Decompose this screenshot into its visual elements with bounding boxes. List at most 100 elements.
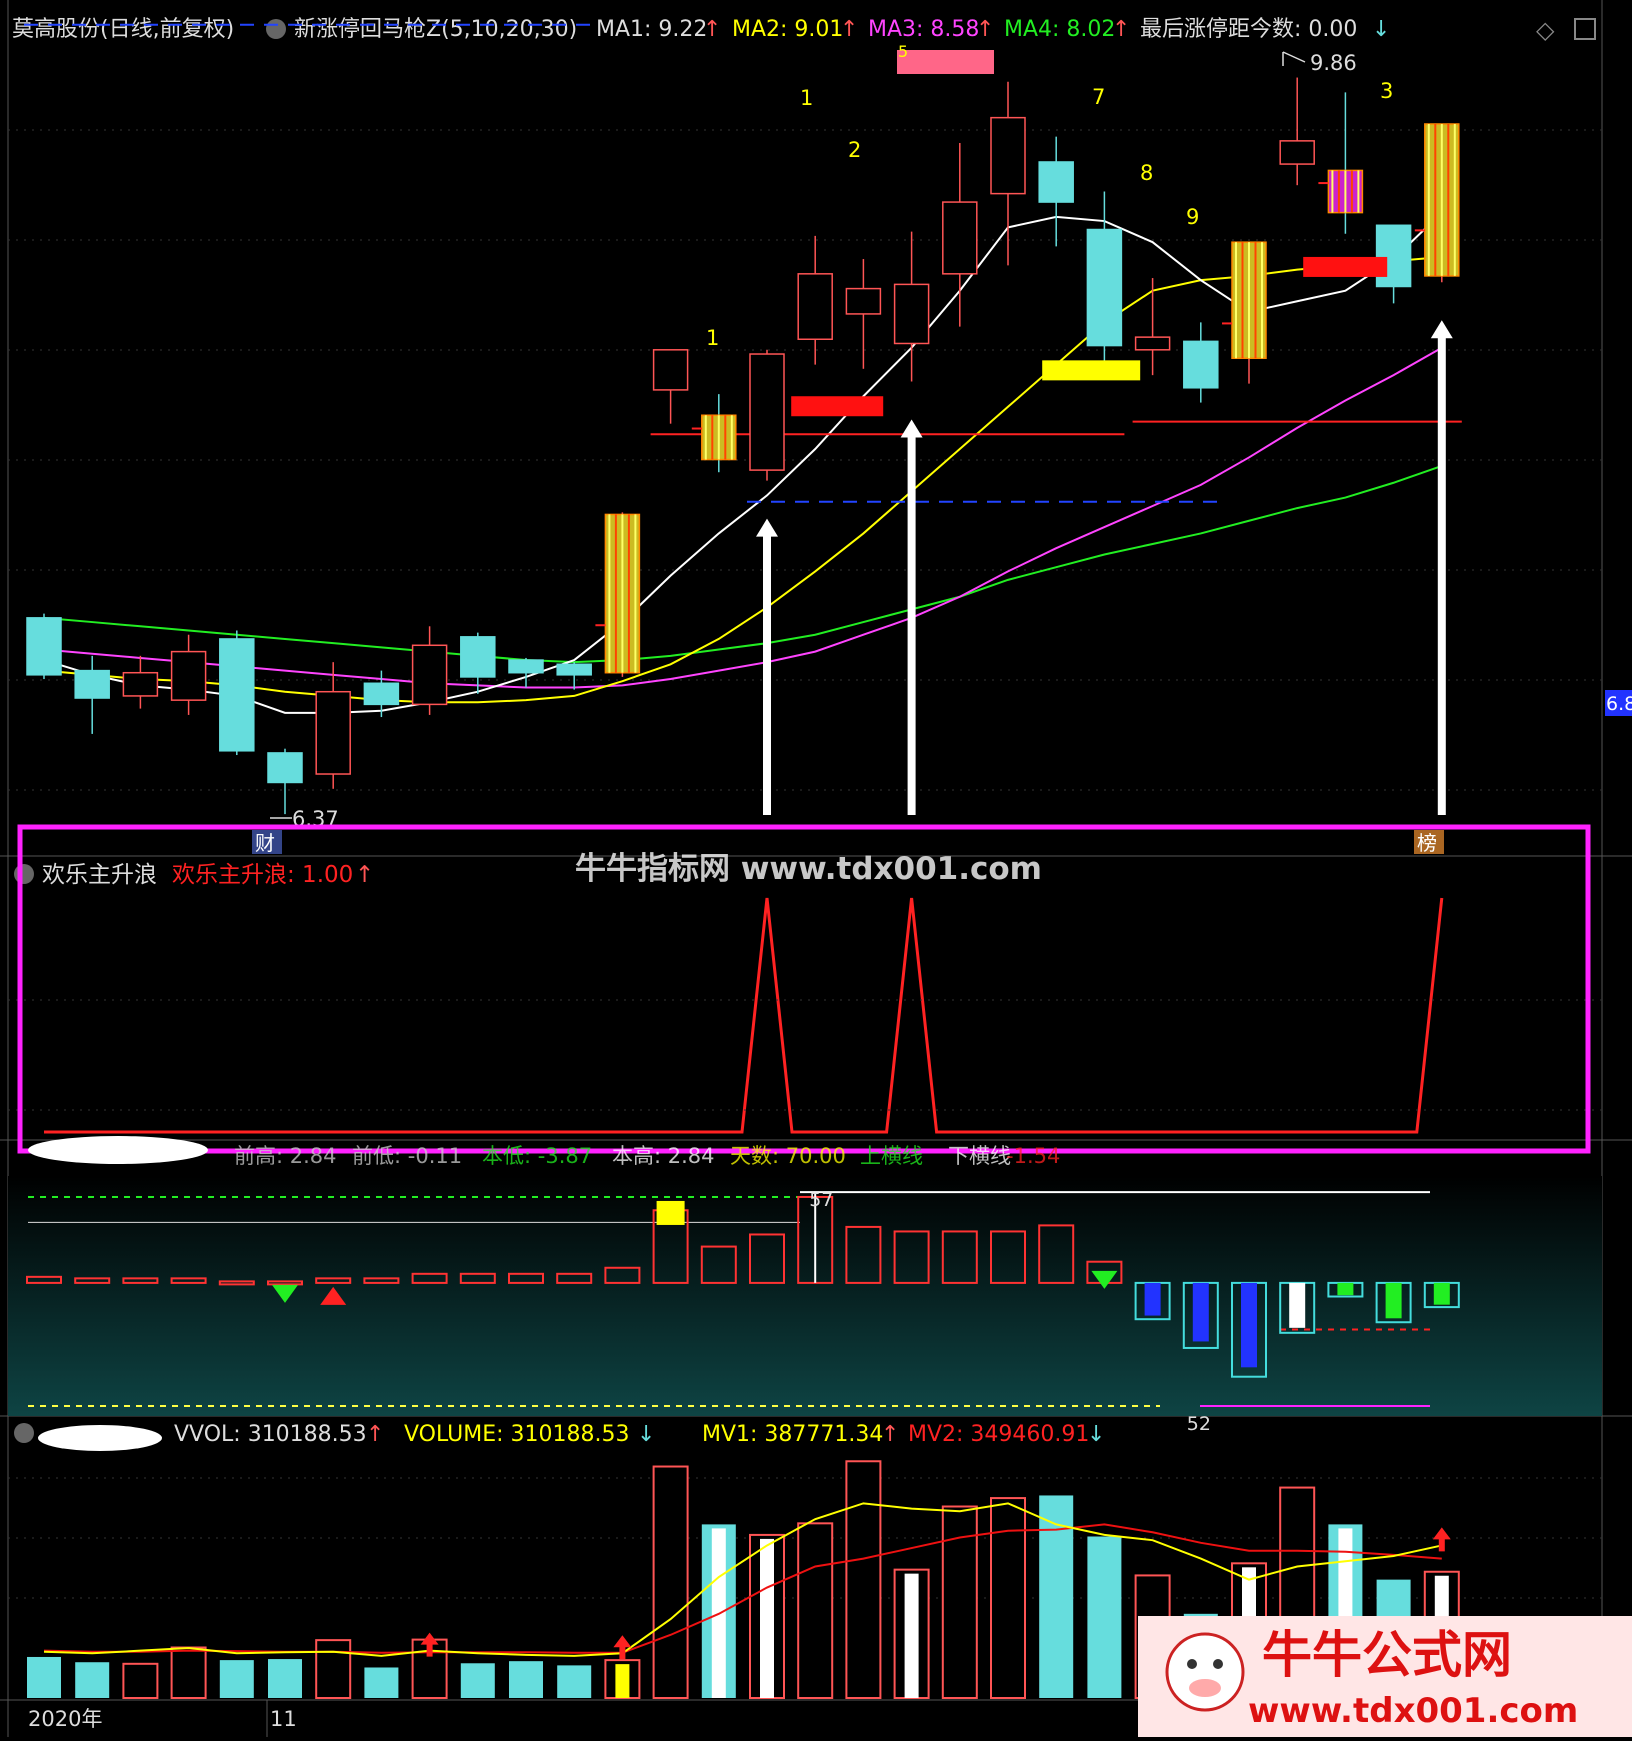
volume-arrow: ↓ xyxy=(637,1422,655,1447)
candle-body xyxy=(219,638,255,752)
swing-label: 前高: 2.84 xyxy=(234,1144,337,1168)
candle-body xyxy=(990,116,1026,195)
candle-body xyxy=(315,690,351,775)
stock-title: 莫高股份(日线,前复权) xyxy=(12,17,234,42)
volume-up-arrow-icon xyxy=(1432,1527,1451,1552)
wave-name: 欢乐主升浪 xyxy=(42,862,157,888)
cow-eye-icon xyxy=(1213,1659,1223,1669)
brand-banner: 牛牛公式网 www.tdx001.com xyxy=(1138,1616,1632,1737)
volume-bar-down xyxy=(1039,1495,1074,1698)
finance-tag-text: 财 xyxy=(255,831,275,855)
volume-label: VOLUME: 310188.53 xyxy=(404,1422,630,1447)
price-axis-tag-text: 6.8 xyxy=(1606,693,1632,715)
volume-bar-up xyxy=(990,1497,1026,1699)
watermark: 牛牛指标网 www.tdx001.com xyxy=(575,851,1042,887)
candle-body xyxy=(122,671,159,697)
volume-bar-down xyxy=(509,1661,543,1698)
volume-bar-down xyxy=(219,1660,254,1698)
swing-bar-core xyxy=(1433,1282,1450,1305)
indicator-menu-icon[interactable] xyxy=(266,19,286,39)
candle-body xyxy=(1183,340,1219,389)
volume-panel-header: VVOL: 310188.53 ↑ VOLUME: 310188.53 ↓ MV… xyxy=(14,1422,1105,1451)
wave-number: 9 xyxy=(1186,205,1199,229)
date-label: 2020年 xyxy=(28,1707,102,1731)
ma3-label: MA3: 8.58 xyxy=(868,17,979,42)
volume-bar-down xyxy=(460,1663,495,1698)
swing-label: 本高: 2.84 xyxy=(612,1144,715,1168)
volume-bar-down xyxy=(27,1656,61,1698)
candle-body xyxy=(1038,161,1074,203)
swing-label: 前低: -0.11 xyxy=(352,1144,462,1168)
price-panel-header: 莫高股份(日线,前复权) 新涨停回马枪Z(5,10,20,30) MA1: 9.… xyxy=(12,16,1596,44)
signal-arrow xyxy=(1430,320,1453,815)
volume-bar-down xyxy=(75,1662,110,1698)
brand-title: 牛牛公式网 xyxy=(1262,1626,1512,1684)
mv2-label: MV2: 349460.91 xyxy=(908,1422,1089,1447)
swing-panel-header: 前高: 2.84 前低: -0.11 本低: -3.87 本高: 2.84 天数: 70… xyxy=(234,1144,1060,1168)
candle-body xyxy=(652,349,689,391)
volume-bar-down xyxy=(268,1659,302,1698)
volume-bar-down xyxy=(557,1665,592,1698)
candle-body xyxy=(508,659,544,674)
wave-number: 1 xyxy=(706,326,719,350)
signal-arrow xyxy=(900,419,923,815)
cow-nose-icon xyxy=(1189,1679,1221,1697)
top-partial-number: 5 xyxy=(898,42,908,61)
ma4-label: MA4: 8.02 xyxy=(1004,17,1115,42)
candle-body xyxy=(74,669,110,699)
candle-body xyxy=(1279,140,1315,165)
price-panel xyxy=(24,23,1462,815)
signal-block-red xyxy=(791,396,884,417)
candle-body xyxy=(26,617,62,676)
candle-body xyxy=(267,752,303,784)
swing-label: 本低: -3.87 xyxy=(482,1144,592,1168)
ma1-label: MA1: 9.22 xyxy=(596,17,707,42)
maximize-icon[interactable] xyxy=(1574,18,1596,40)
candle-body xyxy=(845,287,882,315)
candle-body xyxy=(460,636,496,678)
wave-number: 3 xyxy=(1380,79,1393,103)
volume-bar-up xyxy=(122,1662,159,1699)
swing-label: 天数: 70.00 xyxy=(730,1144,846,1168)
mv1-label: MV1: 387771.34 xyxy=(702,1422,883,1447)
ranking-tag-text: 榜 xyxy=(1417,831,1437,855)
ma3-arrow: ↑ xyxy=(976,17,994,42)
swing-bar-core xyxy=(1241,1282,1257,1368)
signal-block-yellow xyxy=(1042,360,1141,381)
vol-arrow: ↑ xyxy=(366,1422,384,1447)
candle-body xyxy=(893,283,930,345)
candle-body xyxy=(411,644,448,706)
ma2-label: MA2: 9.01 xyxy=(732,17,843,42)
wave-value-arrow: ↑ xyxy=(355,862,374,888)
last-limit-arrow: ↓ xyxy=(1372,17,1390,42)
high-price-mark: 9.86 xyxy=(1310,51,1357,75)
wave-panel-header: 欢乐主升浪 欢乐主升浪: 1.00 ↑ xyxy=(14,862,374,888)
swing-label: 下横线 xyxy=(948,1144,1011,1168)
ma1-arrow: ↑ xyxy=(703,17,721,42)
volume-bar-up xyxy=(845,1460,882,1699)
diamond-icon[interactable]: ◇ xyxy=(1536,16,1555,44)
signal-block-red xyxy=(1303,256,1388,277)
wave-number: 1 xyxy=(800,86,813,110)
volume-bar-core xyxy=(615,1664,630,1698)
wave-number: 7 xyxy=(1092,85,1105,109)
high-mark-pointer xyxy=(1282,51,1306,66)
wave-value-label: 欢乐主升浪: 1.00 xyxy=(172,862,353,888)
wave-menu-icon[interactable] xyxy=(14,864,34,884)
date-label: 11 xyxy=(270,1707,297,1731)
swing-bar-core xyxy=(1144,1282,1161,1316)
volume-bar-up xyxy=(170,1646,207,1699)
redaction-blur xyxy=(28,1136,208,1164)
volume-bar-up xyxy=(797,1522,834,1699)
brand-url: www.tdx001.com xyxy=(1248,1691,1578,1731)
ma4-arrow: ↑ xyxy=(1112,17,1130,42)
vol-label: VVOL: 310188.53 xyxy=(174,1422,367,1447)
cow-mascot-icon xyxy=(1165,1632,1245,1712)
volume-up-arrow-icon xyxy=(613,1635,632,1660)
volume-bar-down xyxy=(364,1667,399,1698)
volume-bar-up xyxy=(315,1639,352,1700)
volume-bar-up xyxy=(652,1465,689,1699)
top-signal-block xyxy=(897,50,994,74)
cow-eye-icon xyxy=(1187,1659,1197,1669)
volume-menu-icon[interactable] xyxy=(14,1423,34,1443)
